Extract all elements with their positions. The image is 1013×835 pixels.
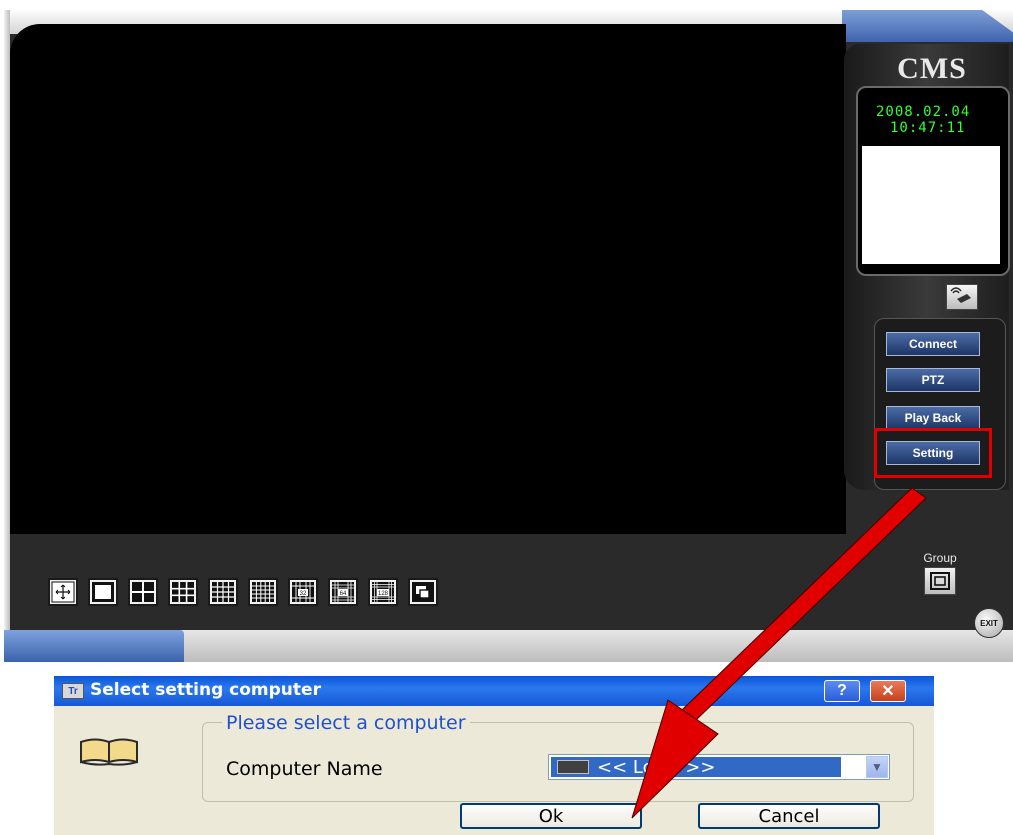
setting-highlight-box — [874, 428, 992, 478]
microphone-icon — [950, 287, 971, 303]
group-windows-icon — [930, 572, 950, 590]
layout-single-button[interactable] — [88, 578, 118, 606]
layout-64-label: 64 — [340, 591, 347, 597]
twentyfive-view-icon — [252, 582, 274, 602]
layout-16-button[interactable] — [208, 578, 238, 606]
layout-9-button[interactable] — [168, 578, 198, 606]
playback-button[interactable]: Play Back — [886, 406, 980, 430]
group-button[interactable] — [924, 567, 956, 595]
layout-32-label: 32 — [300, 591, 307, 597]
cms-logo: CMS — [897, 52, 967, 85]
cms-bottom-accent — [4, 630, 184, 662]
app-icon: Tr — [62, 683, 84, 699]
dialog-title-bar: Tr Select setting computer ? ✕ — [54, 676, 934, 706]
preview-window — [862, 146, 1000, 264]
layout-64-button[interactable]: 64 — [328, 578, 358, 606]
single-view-icon — [92, 582, 114, 602]
cms-top-accent — [842, 10, 1013, 42]
quad-view-icon — [132, 582, 154, 602]
close-button[interactable]: ✕ — [870, 680, 906, 702]
book-icon — [80, 738, 138, 766]
computer-name-value: << Local >> — [597, 756, 716, 778]
dialog-title: Select setting computer — [90, 680, 321, 700]
audio-button[interactable] — [946, 284, 978, 310]
exit-button[interactable]: EXIT — [974, 608, 1004, 638]
sixtyfour-view-icon: 64 — [332, 582, 354, 602]
onetwentyeight-view-icon: 128 — [372, 582, 394, 602]
monitor-icon — [557, 760, 589, 774]
computer-name-label: Computer Name — [226, 758, 383, 780]
chevron-down-icon[interactable]: ▼ — [866, 756, 888, 778]
clock-date: 2008.02.04 — [876, 104, 971, 120]
layout-25-button[interactable] — [248, 578, 278, 606]
select-setting-computer-dialog: Tr Select setting computer ? ✕ Please se… — [54, 676, 934, 835]
layout-1-button[interactable] — [48, 578, 78, 606]
connect-button[interactable]: Connect — [886, 332, 980, 356]
layout-pip-button[interactable] — [408, 578, 438, 606]
ok-button[interactable]: Ok — [460, 803, 642, 829]
sixteen-view-icon — [212, 582, 234, 602]
nine-view-icon — [172, 582, 194, 602]
group-label: Group — [923, 551, 957, 565]
ptz-button[interactable]: PTZ — [886, 368, 980, 392]
help-button[interactable]: ? — [824, 680, 860, 702]
computer-name-select[interactable]: << Local >> ▼ — [548, 754, 890, 780]
video-display-area[interactable] — [10, 24, 846, 534]
layout-128-button[interactable]: 128 — [368, 578, 398, 606]
picture-in-picture-icon — [412, 582, 434, 602]
computer-name-selected: << Local >> — [551, 756, 841, 778]
fullscreen-icon — [51, 581, 75, 603]
groupbox-legend: Please select a computer — [222, 712, 470, 734]
clock-time: 10:47:11 — [890, 120, 966, 136]
thirtytwo-view-icon: 32 — [292, 582, 314, 602]
layout-32-button[interactable]: 32 — [288, 578, 318, 606]
layout-4-button[interactable] — [128, 578, 158, 606]
cancel-button[interactable]: Cancel — [698, 803, 880, 829]
layout-128-label: 128 — [378, 591, 389, 597]
